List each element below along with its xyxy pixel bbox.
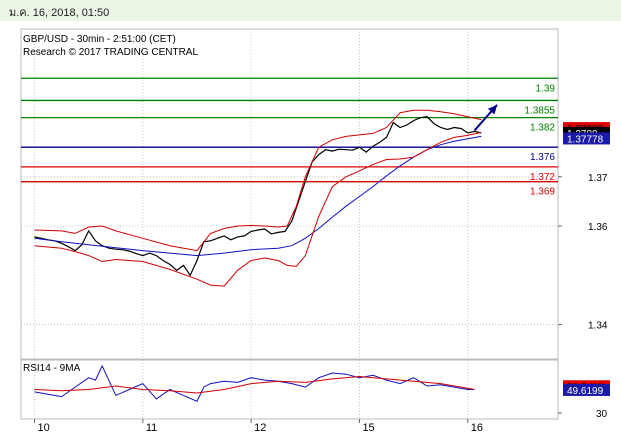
rsi-title: RSI14 - 9MA [23, 363, 81, 374]
price-axis: 1.371.361.341.379881.37891.37778 [558, 122, 610, 332]
rsi-panel [20, 359, 559, 420]
chart-canvas: 1.391.38551.3821.3761.3721.369 GBP/USD -… [20, 28, 610, 434]
rsi-y-tick-label: 30 [596, 409, 608, 420]
x-tick-label: 10 [38, 422, 50, 434]
x-tick-label: 16 [471, 422, 483, 434]
y-tick-label: 1.36 [588, 222, 608, 233]
price-tag-label: 49.6199 [567, 386, 604, 397]
x-tick-label: 11 [146, 422, 157, 434]
y-tick-label: 1.34 [588, 321, 608, 332]
chart-subtitle: Research © 2017 TRADING CENTRAL [23, 47, 198, 58]
price-tag-label: 1.37778 [567, 134, 604, 145]
rsi-axis: 3052.740349.6199 [558, 380, 610, 420]
chart-title: GBP/USD - 30min - 2:51:00 (CET) [23, 34, 176, 45]
level-label: 1.39 [536, 83, 556, 94]
level-label: 1.3855 [524, 105, 555, 116]
x-tick-label: 12 [254, 422, 266, 434]
x-axis: 10 11 12 15 16 [34, 419, 483, 434]
y-tick-label: 1.37 [588, 173, 608, 184]
x-tick-label: 15 [362, 422, 374, 434]
level-label: 1.369 [530, 187, 555, 198]
level-label: 1.376 [530, 152, 555, 163]
level-label: 1.382 [530, 123, 555, 134]
